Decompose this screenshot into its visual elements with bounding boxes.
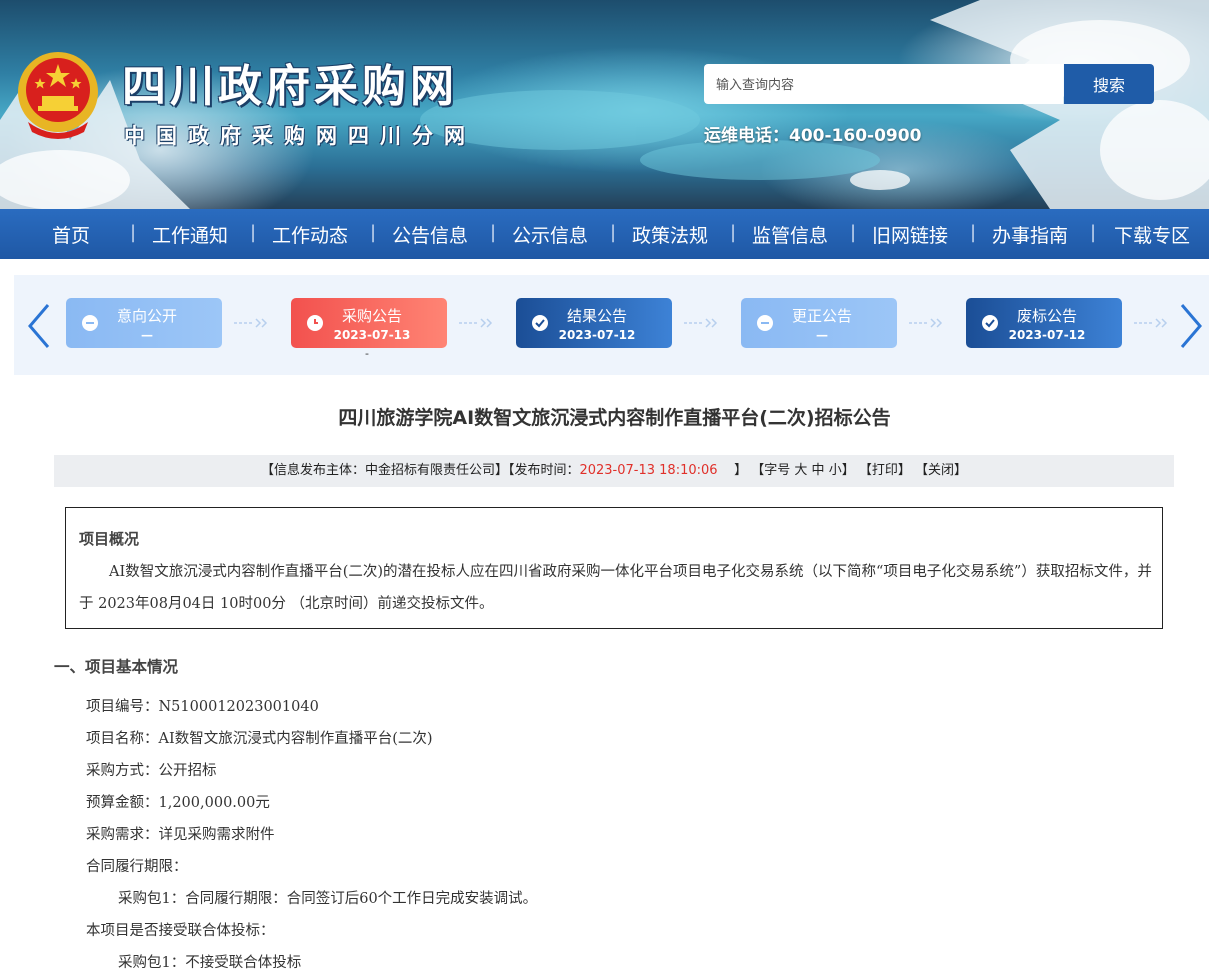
page-title: 四川旅游学院AI数智文旅沉浸式内容制作直播平台(二次)招标公告 (338, 407, 891, 429)
nav-item-public-notice[interactable]: 公示信息 (512, 221, 588, 248)
contract-period-package: 采购包1：合同履行期限：合同签订后60个工作日完成安装调试。 (118, 891, 538, 907)
step-date: — (816, 328, 828, 342)
step-date: 2023-07-12 (558, 328, 636, 342)
national-emblem-icon (18, 52, 98, 139)
site-subtitle: 中国政府采购网四川分网 (124, 124, 476, 148)
double-arrow-icon (1134, 318, 1168, 328)
step-label: 废标公告 (1016, 307, 1077, 325)
announcement-timeline: 意向公开 — 采购公告 2023-07-13 结果公告 2023-07-12 更… (14, 275, 1209, 375)
budget-amount: 预算金额：1,200,000.00元 (86, 795, 270, 811)
step-result-notice[interactable]: 结果公告 2023-07-12 (516, 298, 672, 348)
project-number: 项目编号：N5100012023001040 (86, 699, 319, 715)
nav-item-old-site[interactable]: 旧网链接 (872, 221, 948, 248)
nav-item-policy[interactable]: 政策法规 (632, 221, 708, 248)
step-date: — (141, 328, 153, 342)
nav-separator: | (370, 222, 377, 243)
overview-text: AI数智文旅沉浸式内容制作直播平台(二次)的潜在投标人应在四川省政府采购一体化平… (79, 564, 1152, 612)
nav-item-supervision[interactable]: 监管信息 (752, 221, 828, 248)
nav-separator: | (250, 222, 257, 243)
section-heading: 一、项目基本情况 (54, 658, 179, 676)
nav-separator: | (130, 222, 137, 243)
nav-separator: | (730, 222, 737, 243)
double-arrow-icon (459, 318, 493, 328)
header-banner: 四川政府采购网 中国政府采购网四川分网 搜索 运维电话：400-160-0900 (0, 0, 1209, 209)
consortium-label: 本项目是否接受联合体投标： (86, 923, 275, 939)
step-label: 更正公告 (791, 307, 852, 325)
close-link[interactable]: 【关闭】 (915, 463, 967, 478)
step-procurement-notice[interactable]: 采购公告 2023-07-13 (291, 298, 447, 348)
step-label: 结果公告 (566, 307, 627, 325)
main-nav: 首页 | 工作通知 | 工作动态 | 公告信息 | 公示信息 | 政策法规 | … (0, 209, 1209, 259)
font-size-label: 【字号 (751, 463, 791, 478)
contract-period-label: 合同履行期限： (86, 859, 188, 875)
overview-heading: 项目概况 (79, 530, 140, 548)
step-date: 2023-07-12 (1008, 328, 1086, 342)
step-label: 采购公告 (341, 307, 402, 325)
current-step-marker: - (365, 347, 369, 360)
step-date: 2023-07-13 (333, 328, 411, 342)
font-size-small-link[interactable]: 小 (829, 463, 842, 478)
project-name: 项目名称：AI数智文旅沉浸式内容制作直播平台(二次) (86, 731, 433, 747)
hotline-text: 运维电话：400-160-0900 (704, 126, 922, 146)
step-label: 意向公开 (116, 307, 177, 325)
chevron-left-icon[interactable] (24, 303, 54, 349)
nav-separator: | (1090, 222, 1097, 243)
procurement-requirement: 采购需求：详见采购需求附件 (86, 827, 275, 843)
project-overview-box: 项目概况 AI数智文旅沉浸式内容制作直播平台(二次)的潜在投标人应在四川省政府采… (65, 507, 1163, 629)
nav-item-work-news[interactable]: 工作动态 (272, 221, 348, 248)
step-correction-notice[interactable]: 更正公告 — (741, 298, 897, 348)
font-size-medium-link[interactable]: 中 (812, 463, 825, 478)
search-button[interactable]: 搜索 (1064, 64, 1154, 104)
search-input[interactable] (704, 64, 1063, 104)
step-cancellation-notice[interactable]: 废标公告 2023-07-12 (966, 298, 1122, 348)
font-size-large-link[interactable]: 大 (794, 463, 807, 478)
publish-time: 2023-07-13 18:10:06 (579, 463, 718, 478)
nav-item-announcements[interactable]: 公告信息 (392, 221, 468, 248)
print-link[interactable]: 【打印】 (859, 463, 911, 478)
nav-item-work-notice[interactable]: 工作通知 (152, 221, 228, 248)
publish-meta-bar: 【信息发布主体：中金招标有限责任公司】【发布时间：2023-07-13 18:1… (54, 455, 1174, 487)
double-arrow-icon (909, 318, 943, 328)
nav-separator: | (850, 222, 857, 243)
consortium-package: 采购包1：不接受联合体投标 (118, 955, 302, 971)
publish-time-end: 】 (734, 463, 748, 478)
nav-item-guide[interactable]: 办事指南 (992, 221, 1068, 248)
procurement-method: 采购方式：公开招标 (86, 763, 217, 779)
double-arrow-icon (234, 318, 268, 328)
nav-separator: | (490, 222, 497, 243)
nav-separator: | (970, 222, 977, 243)
site-title: 四川政府采购网 (122, 61, 458, 112)
nav-separator: | (610, 222, 617, 243)
step-intent-disclosure[interactable]: 意向公开 — (66, 298, 222, 348)
double-arrow-icon (684, 318, 718, 328)
font-size-end: 】 (841, 463, 855, 478)
nav-item-downloads[interactable]: 下载专区 (1114, 221, 1190, 248)
chevron-right-icon[interactable] (1176, 303, 1206, 349)
publisher-info: 【信息发布主体：中金招标有限责任公司】【发布时间： (260, 463, 580, 478)
nav-item-home[interactable]: 首页 (52, 221, 90, 248)
